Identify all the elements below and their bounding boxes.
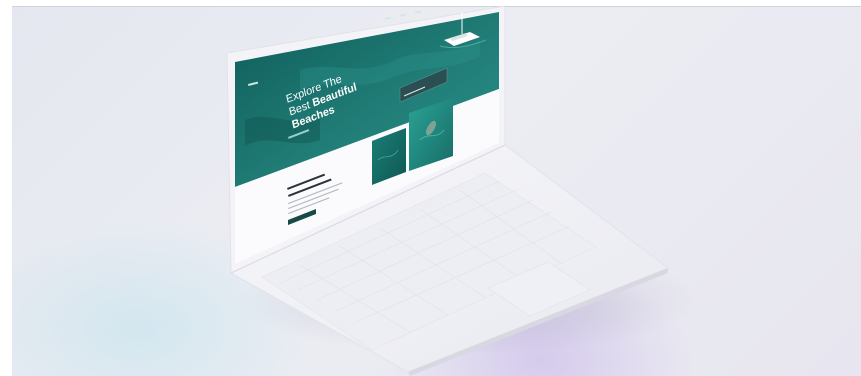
laptop-illustration: Explore The Best Beautiful Beaches	[226, 5, 700, 376]
nav-link[interactable]	[399, 13, 407, 17]
laptop-mockup-scene: Explore The Best Beautiful Beaches	[0, 0, 861, 376]
nav-link[interactable]	[385, 16, 392, 20]
nav-link[interactable]	[415, 10, 422, 14]
